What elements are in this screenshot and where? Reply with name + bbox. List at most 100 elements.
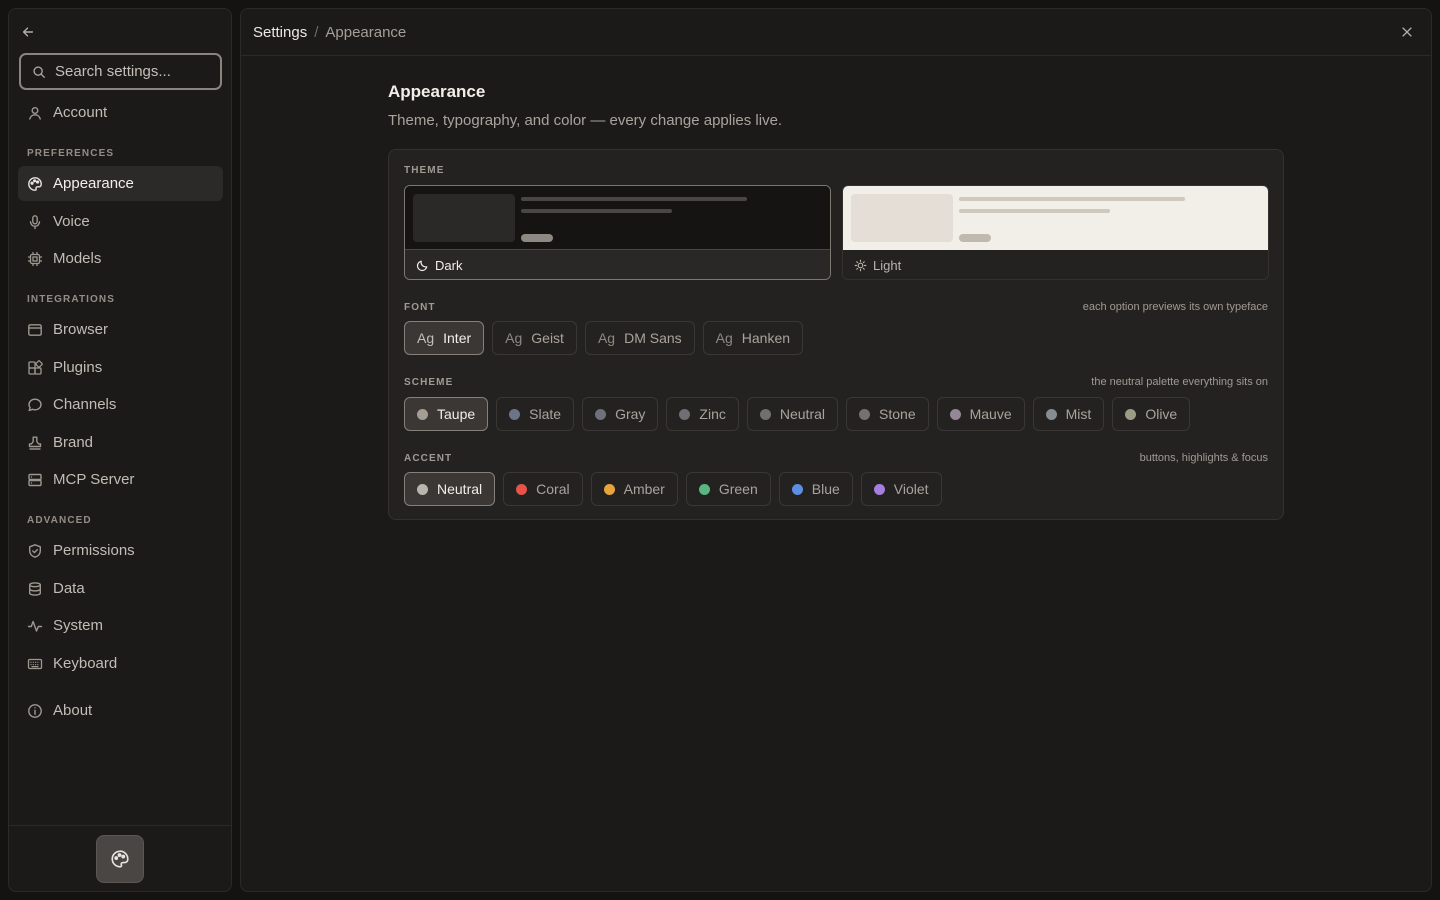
- color-swatch: [791, 483, 803, 495]
- scheme-option-stone[interactable]: Stone: [846, 397, 929, 431]
- sidebar-item-label: About: [53, 702, 93, 719]
- theme-option-light[interactable]: Light: [842, 185, 1269, 280]
- color-swatch: [417, 408, 428, 420]
- search-input[interactable]: [55, 63, 215, 80]
- page-subtitle: Theme, typography, and color — every cha…: [388, 112, 783, 129]
- color-swatch: [509, 408, 521, 420]
- back-arrow-icon[interactable]: [20, 24, 36, 40]
- preview-line: [521, 209, 672, 213]
- cpu-icon: [27, 251, 43, 266]
- scheme-option-taupe[interactable]: Taupe: [404, 397, 489, 431]
- accent-option-amber[interactable]: Amber: [590, 472, 678, 506]
- color-swatch: [859, 408, 871, 420]
- preview-block: [851, 194, 953, 242]
- sidebar-item-permissions[interactable]: Permissions: [18, 533, 223, 568]
- theme-option-footer: Dark: [405, 250, 830, 279]
- sidebar-item-system[interactable]: System: [18, 608, 223, 643]
- breadcrumb-separator: /: [314, 23, 319, 41]
- user-icon: [29, 106, 41, 120]
- sidebar-item-label: MCP Server: [53, 471, 135, 488]
- preview-pill: [521, 234, 553, 242]
- sidebar-item-label: Data: [53, 580, 85, 597]
- scheme-option-mist[interactable]: Mist: [1032, 397, 1105, 431]
- sidebar-item-account[interactable]: Account: [18, 95, 223, 130]
- accent-option-label: Green: [718, 481, 758, 497]
- sidebar-item-models[interactable]: Models: [18, 241, 223, 276]
- scheme-option-label: Olive: [1145, 406, 1178, 422]
- sidebar-item-keyboard[interactable]: Keyboard: [18, 646, 223, 681]
- preview-line: [521, 197, 747, 201]
- color-swatch: [603, 483, 615, 495]
- scheme-option-gray[interactable]: Gray: [582, 397, 659, 431]
- sidebar-item-label: Models: [53, 250, 102, 267]
- accent-option-blue[interactable]: Blue: [778, 472, 853, 506]
- sidebar-item-label: System: [53, 617, 104, 634]
- theme-option-dark[interactable]: Dark: [404, 185, 831, 280]
- settings-main-panel: Settings / Appearance Appearance Theme, …: [240, 8, 1432, 892]
- settings-sidebar: Account PREFERENCES Appearance Voice Mod…: [8, 8, 232, 892]
- accent-option-label: Amber: [623, 481, 665, 497]
- font-option-hanken[interactable]: Ag Hanken: [702, 321, 804, 355]
- font-option-label: Geist: [531, 330, 564, 346]
- stamp-icon: [28, 436, 42, 450]
- scheme-option-neutral[interactable]: Neutral: [746, 397, 839, 431]
- breadcrumb-root[interactable]: Settings: [253, 24, 307, 41]
- section-label-advanced: ADVANCED: [27, 515, 92, 526]
- font-options: Ag Inter Ag Geist Ag DM Sans Ag Hanken: [404, 321, 804, 355]
- sidebar-item-browser[interactable]: Browser: [18, 312, 223, 347]
- font-option-label: Hanken: [741, 330, 791, 346]
- activity-icon: [27, 620, 43, 632]
- microphone-icon: [29, 214, 41, 229]
- theme-palette-button[interactable]: [96, 835, 144, 883]
- font-sample: Ag: [417, 330, 435, 346]
- sidebar-item-label: Keyboard: [53, 655, 118, 672]
- sidebar-item-brand[interactable]: Brand: [18, 425, 223, 460]
- sidebar-item-appearance[interactable]: Appearance: [18, 166, 223, 201]
- accent-option-label: Neutral: [437, 481, 483, 497]
- keyboard-icon: [27, 658, 43, 669]
- font-option-label: Inter: [443, 330, 472, 346]
- font-sample: Ag: [505, 330, 523, 346]
- scheme-option-label: Stone: [879, 406, 916, 422]
- color-swatch: [1125, 408, 1137, 420]
- sidebar-item-label: Plugins: [53, 359, 103, 376]
- sidebar-item-about[interactable]: About: [18, 693, 223, 728]
- accent-option-neutral[interactable]: Neutral: [404, 472, 496, 506]
- palette-icon: [111, 850, 129, 868]
- color-swatch: [417, 483, 428, 495]
- font-option-inter[interactable]: Ag Inter: [404, 321, 485, 355]
- scheme-option-label: Slate: [529, 406, 562, 422]
- color-swatch: [1045, 408, 1057, 420]
- sidebar-item-data[interactable]: Data: [18, 571, 223, 606]
- sidebar-footer: [9, 825, 231, 891]
- preview-line: [959, 209, 1110, 213]
- sidebar-item-label: Channels: [53, 396, 117, 413]
- accent-option-green[interactable]: Green: [685, 472, 771, 506]
- page-title: Appearance: [388, 82, 486, 101]
- accent-hint: buttons, highlights & focus: [1139, 452, 1268, 464]
- scheme-option-label: Gray: [615, 406, 646, 422]
- sidebar-item-plugins[interactable]: Plugins: [18, 350, 223, 385]
- scheme-option-zinc[interactable]: Zinc: [666, 397, 739, 431]
- color-swatch: [698, 483, 710, 495]
- font-option-geist[interactable]: Ag Geist: [492, 321, 577, 355]
- scheme-option-mauve[interactable]: Mauve: [936, 397, 1025, 431]
- accent-option-violet[interactable]: Violet: [860, 472, 942, 506]
- sidebar-item-voice[interactable]: Voice: [18, 204, 223, 239]
- appearance-card: THEME Dark Light FONT each option previe…: [388, 149, 1284, 520]
- close-icon[interactable]: [1400, 25, 1414, 39]
- font-option-dm-sans[interactable]: Ag DM Sans: [584, 321, 695, 355]
- sidebar-item-channels[interactable]: Channels: [18, 387, 223, 422]
- breadcrumb-current: Appearance: [325, 23, 407, 41]
- search-icon: [33, 65, 45, 78]
- search-field[interactable]: [19, 53, 222, 90]
- font-sample: Ag: [597, 330, 616, 346]
- section-label-preferences: PREFERENCES: [27, 148, 115, 159]
- scheme-option-label: Taupe: [437, 406, 476, 422]
- scheme-option-slate[interactable]: Slate: [496, 397, 575, 431]
- moon-icon: [416, 260, 428, 271]
- sidebar-item-mcp-server[interactable]: MCP Server: [18, 462, 223, 497]
- accent-option-label: Blue: [811, 481, 840, 497]
- scheme-option-olive[interactable]: Olive: [1112, 397, 1191, 431]
- accent-option-coral[interactable]: Coral: [503, 472, 583, 506]
